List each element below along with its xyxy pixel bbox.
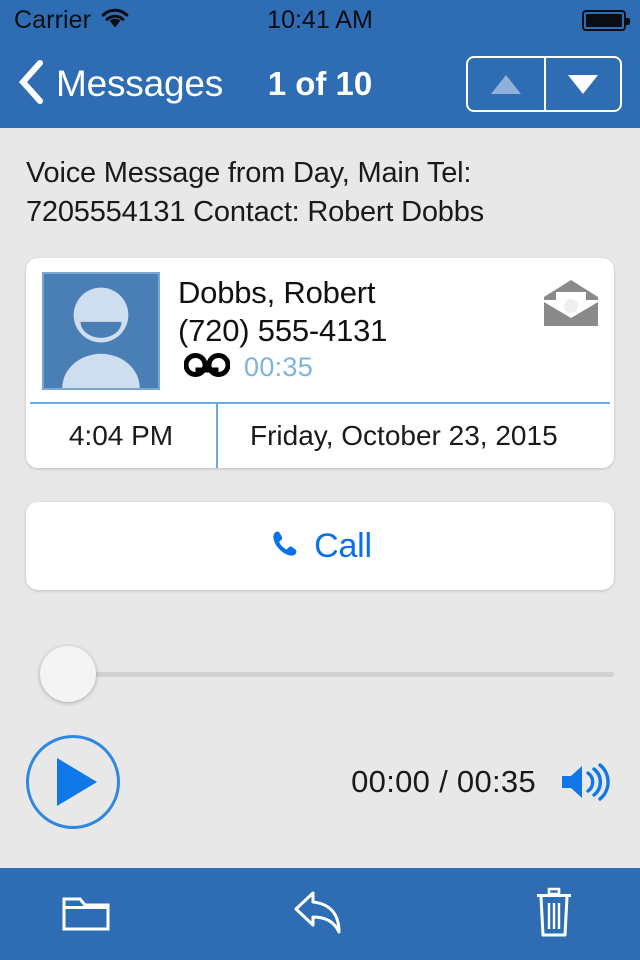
- message-date: Friday, October 23, 2015: [250, 420, 558, 451]
- play-button[interactable]: [26, 735, 120, 829]
- playback-scrubber[interactable]: [26, 642, 614, 706]
- open-envelope-icon: [542, 278, 600, 333]
- speaker-volume-icon[interactable]: [558, 760, 612, 804]
- status-bar-right: [582, 9, 630, 31]
- message-time: 4:04 PM: [68, 420, 174, 451]
- navigation-bar: Messages 1 of 10: [0, 40, 640, 128]
- call-button-label: Call: [314, 526, 372, 565]
- message-timestamp-row: 4:04 PM Friday, October 23, 2015: [26, 404, 614, 468]
- phone-handset-icon: [268, 528, 300, 565]
- triangle-down-icon: [568, 74, 598, 94]
- voicemail-tape-icon: [183, 353, 231, 382]
- contact-phone-number: (720) 555-4131: [178, 313, 388, 348]
- status-bar: Carrier 10:41 AM: [0, 0, 640, 40]
- person-avatar-icon: [42, 272, 160, 390]
- previous-message-button[interactable]: [468, 58, 544, 110]
- playback-status: 00:00 / 00:35: [351, 760, 614, 804]
- contact-card[interactable]: Dobbs, Robert (720) 555-4131 00:35 4:04 …: [26, 258, 614, 468]
- message-content: Voice Message from Day, Main Tel: 720555…: [0, 128, 640, 868]
- trash-icon: [532, 886, 576, 943]
- call-button[interactable]: Call: [26, 502, 614, 590]
- bottom-toolbar: [0, 868, 640, 960]
- wifi-icon: [100, 7, 130, 34]
- play-icon: [57, 758, 97, 806]
- reply-arrow-icon: [291, 887, 349, 942]
- contact-details: Dobbs, Robert (720) 555-4131 00:35: [160, 272, 598, 390]
- back-button-label: Messages: [56, 63, 224, 104]
- message-subject: Voice Message from Day, Main Tel: 720555…: [26, 157, 484, 228]
- back-button[interactable]: Messages: [18, 59, 223, 110]
- playback-time-display: 00:00 / 00:35: [351, 764, 536, 799]
- chevron-left-icon: [18, 59, 44, 110]
- scrubber-thumb[interactable]: [40, 646, 96, 702]
- reply-button[interactable]: [280, 874, 360, 954]
- triangle-up-icon: [491, 74, 521, 94]
- carrier-label: Carrier: [14, 5, 92, 34]
- transport-controls: 00:00 / 00:35: [26, 734, 614, 830]
- next-message-button[interactable]: [544, 58, 620, 110]
- folder-icon: [61, 890, 111, 939]
- message-navigation-segmented-control: [466, 56, 622, 112]
- contact-name: Dobbs, Robert: [178, 275, 376, 310]
- status-bar-left: Carrier: [14, 6, 130, 35]
- contact-card-header: Dobbs, Robert (720) 555-4131 00:35: [26, 258, 614, 402]
- scrubber-track[interactable]: [40, 671, 614, 677]
- battery-full-icon: [582, 9, 630, 31]
- delete-button[interactable]: [514, 874, 594, 954]
- move-to-folder-button[interactable]: [46, 874, 126, 954]
- voicemail-meta: 00:35: [178, 352, 598, 383]
- voicemail-detail-screen: Carrier 10:41 AM Messages 1 of 10 Voice …: [0, 0, 640, 960]
- audio-player: 00:00 / 00:35: [26, 642, 614, 830]
- voicemail-duration: 00:35: [244, 352, 314, 382]
